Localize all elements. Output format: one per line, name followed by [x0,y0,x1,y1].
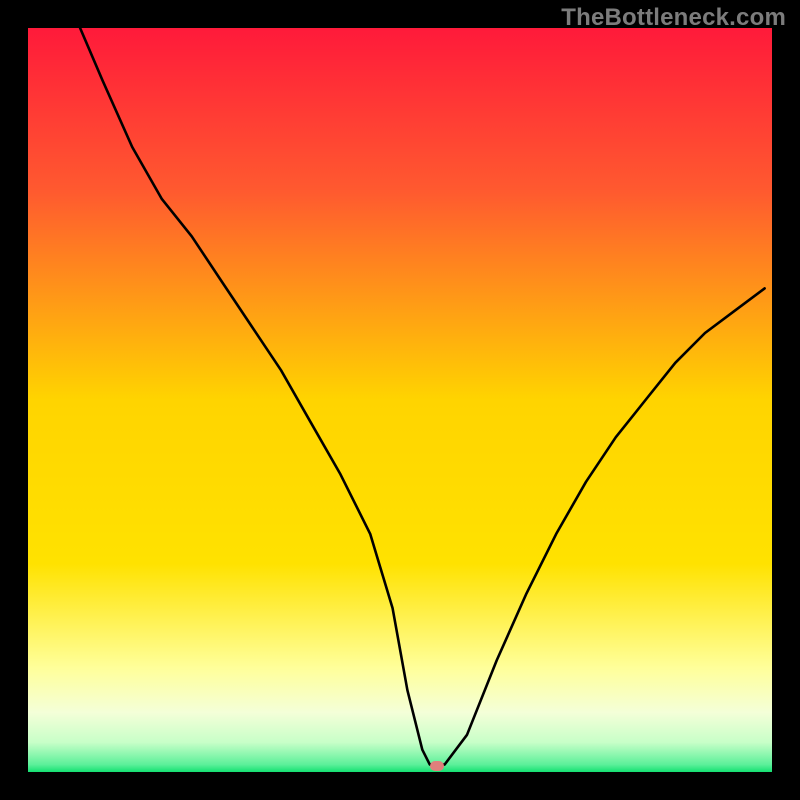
gradient-background [28,28,772,772]
watermark-text: TheBottleneck.com [561,4,786,32]
optimum-marker [430,761,444,771]
plot-area [28,28,772,772]
chart-frame: TheBottleneck.com [0,0,800,800]
plot-svg [28,28,772,772]
